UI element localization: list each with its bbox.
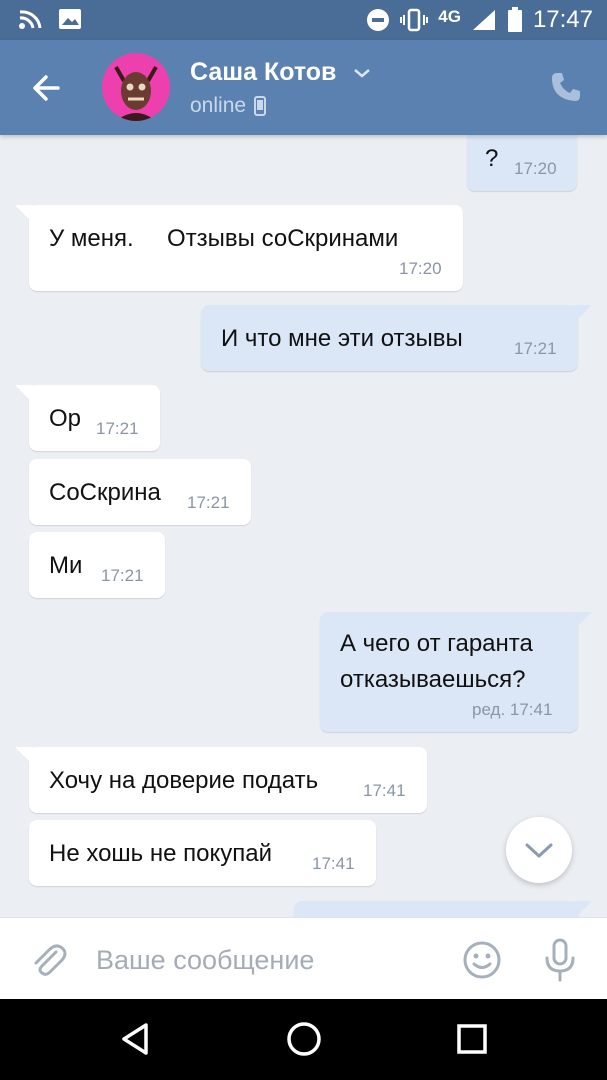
message-composer [0,917,607,999]
network-type: 4G [438,7,461,26]
message-text: У меня. Отзывы соСкринами [49,225,399,252]
status-bar: 4G 17:47 [0,0,607,40]
message-outgoing-partial[interactable] [294,901,592,917]
message-text: Ми [49,552,83,579]
message-text: И что мне эти отзывы [221,325,463,352]
chevron-down-icon [525,843,553,858]
wifi-icon [19,10,42,29]
back-triangle-icon[interactable] [116,1019,156,1059]
signal-icon [472,10,495,30]
home-circle-icon[interactable] [284,1019,324,1059]
message-incoming[interactable]: Хочу на доверие подать 17:41 [15,747,427,813]
message-time: 17:20 [514,159,557,178]
message-incoming[interactable]: Не хошь не покупай 17:41 [29,820,376,886]
message-incoming[interactable]: Ор 17:21 [15,385,160,451]
message-text: ? [485,145,499,172]
microphone-icon[interactable] [540,938,580,982]
vibrate-icon [400,8,429,32]
online-status: online [190,94,247,117]
battery-icon [507,7,522,32]
message-outgoing[interactable]: А чего от гаранта отказываешься? ред. 17… [320,612,592,732]
contact-status: online [190,94,267,118]
message-time: 17:21 [187,493,230,512]
message-text: СоСкрина [49,479,161,506]
mobile-icon [254,96,267,116]
image-icon [59,9,81,29]
contact-name[interactable]: Саша Котов [190,58,336,87]
message-outgoing[interactable]: И что мне эти отзывы 17:21 [201,305,592,371]
message-text-line-1: А чего от гаранта [340,630,533,657]
avatar[interactable] [102,53,170,121]
message-text: Не хошь не покупай [49,840,272,867]
message-time: ред. 17:41 [472,700,553,719]
message-incoming[interactable]: У меня. Отзывы соСкринами 17:20 [15,205,463,291]
scroll-to-bottom-button[interactable] [506,817,572,883]
message-time: 17:41 [312,854,355,873]
do-not-disturb-icon [367,9,390,31]
emoji-icon[interactable] [462,940,502,980]
message-incoming[interactable]: Ми 17:21 [29,532,165,598]
phone-icon[interactable] [549,70,583,104]
message-list[interactable]: ? 17:20 У меня. Отзывы соСкринами 17:20 … [0,135,607,917]
message-text: Ор [49,405,82,432]
paperclip-icon[interactable] [28,940,68,980]
message-time: 17:20 [399,259,442,278]
chat-header: Саша Котов online [0,40,607,135]
message-time: 17:21 [101,566,144,585]
message-incoming[interactable]: СоСкрина 17:21 [29,459,251,525]
avatar-image [102,53,170,121]
message-time: 17:41 [363,781,406,800]
status-time: 17:47 [532,6,593,33]
system-nav-bar [0,999,607,1080]
message-text-line-2: отказываешься? [340,666,526,693]
message-outgoing[interactable]: ? 17:20 [467,135,591,191]
message-input[interactable] [96,940,436,980]
back-arrow-icon[interactable] [28,70,64,106]
recents-square-icon[interactable] [452,1019,492,1059]
message-text: Хочу на доверие подать [49,767,319,794]
message-time: 17:21 [514,339,557,358]
message-time: 17:21 [96,419,139,438]
chevron-down-icon[interactable] [352,66,372,80]
